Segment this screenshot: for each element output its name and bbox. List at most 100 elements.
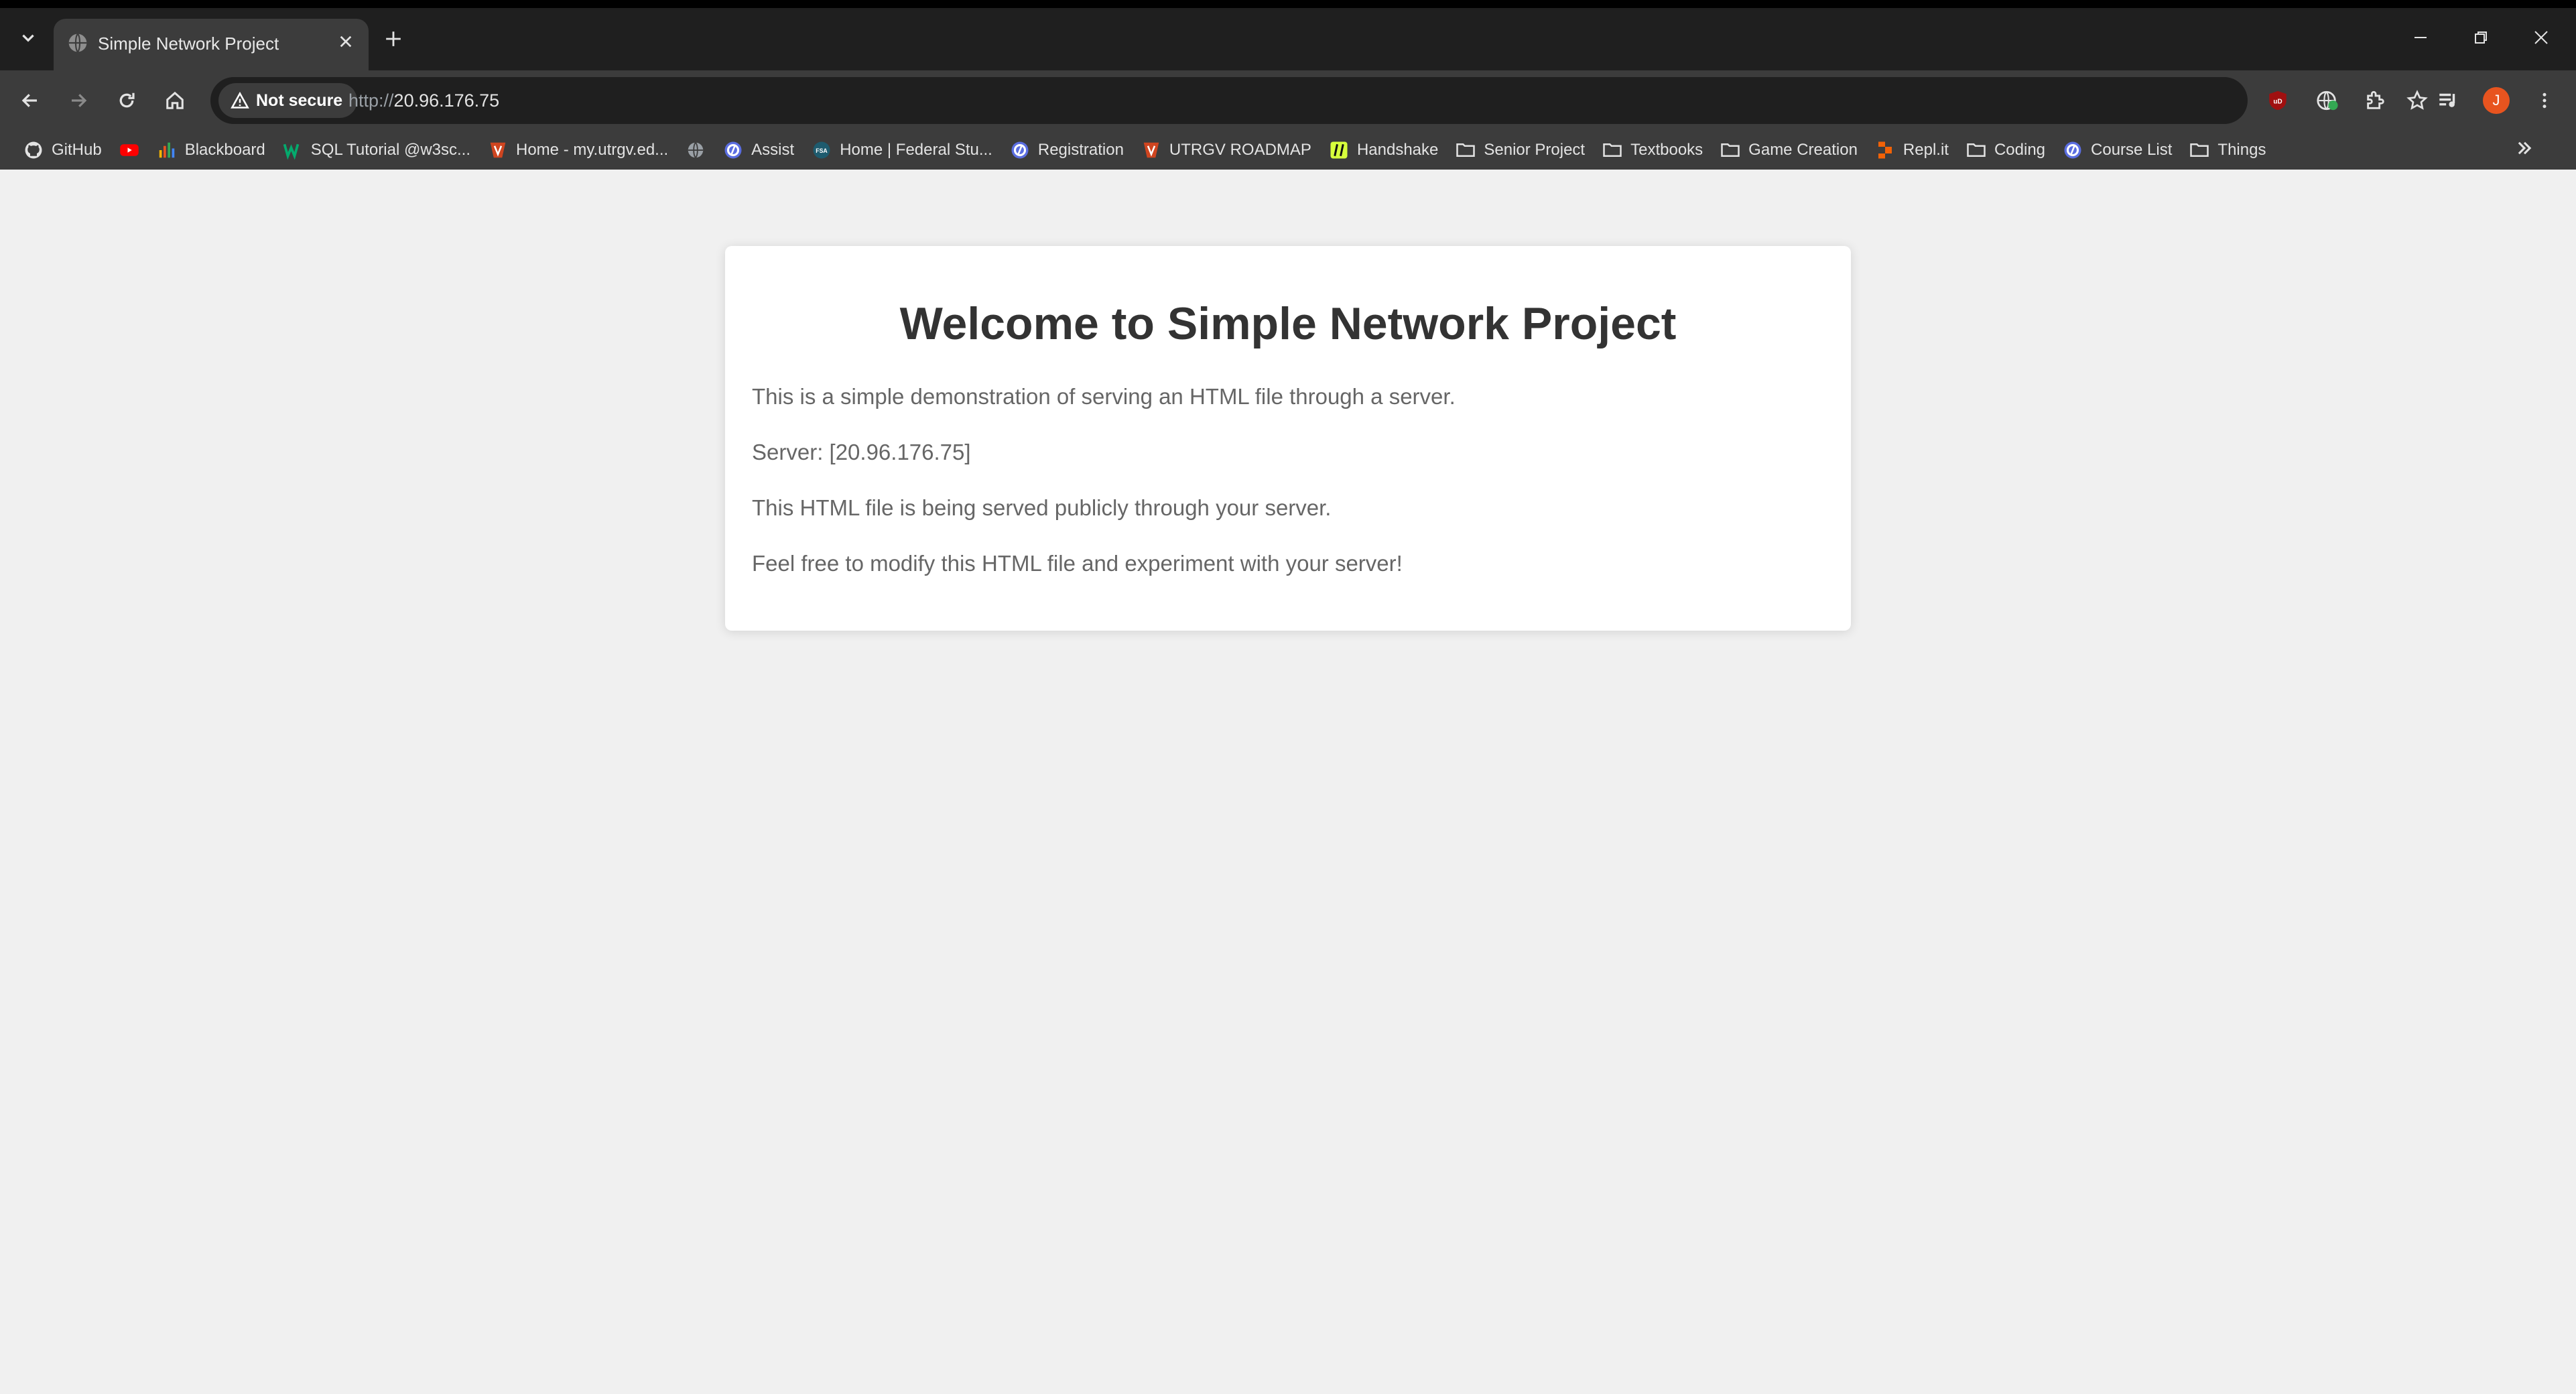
close-window-button[interactable] [2521,21,2561,55]
chevron-double-right-icon [2518,141,2532,155]
bookmark-label: Registration [1037,141,1124,159]
folder-icon [1720,140,1740,160]
bookmark-label: Assist [751,141,795,159]
bookmark-label: Senior Project [1484,141,1586,159]
ublock-extension-button[interactable]: uD [2261,84,2295,117]
bookmark-registration[interactable]: Registration [1001,135,1133,165]
more-vert-icon [2542,92,2547,109]
handshake-icon [1329,140,1349,160]
bookmark-star-button[interactable] [2402,85,2433,116]
bookmark-label: Game Creation [1748,141,1858,159]
blackboard-icon [157,140,177,160]
assist-icon [1010,140,1030,160]
bookmark-assist[interactable]: Assist [714,135,803,165]
minimize-button[interactable] [2400,21,2441,55]
restore-icon [2475,31,2487,44]
bookmark-home-my-utrgv-ed[interactable]: Home - my.utrgv.ed... [479,135,677,165]
home-button[interactable] [157,82,193,119]
page-viewport: Welcome to Simple Network Project This i… [0,170,2576,1394]
tab-strip: Simple Network Project [0,8,2576,70]
bookmark-coding[interactable]: Coding [1957,135,2054,165]
paragraph-experiment: Feel free to modify this HTML file and e… [752,551,1403,576]
tab-search-button[interactable] [12,21,44,55]
bookmark-label: Blackboard [184,141,265,159]
url-scheme: http:// [348,90,394,111]
bookmark-label: GitHub [52,141,102,159]
paragraph-server: Server: [20.96.176.75] [752,440,971,464]
bookmark-textbooks[interactable]: Textbooks [1594,135,1712,165]
bookmark-label: Course List [2091,141,2173,159]
bookmark-github[interactable]: GitHub [15,135,111,165]
bookmark-home-federal-stu[interactable]: FSA Home | Federal Stu... [803,135,1001,165]
bookmark-label: Things [2217,141,2266,159]
bookmark-youtube[interactable] [111,135,148,165]
globe-extension-button[interactable] [2311,84,2344,117]
security-chip[interactable]: Not secure [218,83,358,118]
forward-button[interactable] [60,82,96,119]
ublock-icon: uD [2269,90,2287,111]
menu-button[interactable] [2528,84,2561,117]
puzzle-icon [2367,90,2384,109]
minimize-icon [2414,37,2427,38]
globe-check-icon [2317,90,2338,111]
toolbar: Not secure http://20.96.176.75 uD J [0,70,2576,131]
address-bar[interactable]: Not secure http://20.96.176.75 [210,77,2428,124]
profile-button[interactable]: J [2480,84,2513,117]
fsa-icon: FSA [812,140,832,160]
bookmark-senior-project[interactable]: Senior Project [1447,135,1594,165]
restore-button[interactable] [2461,21,2501,55]
bookmark-things[interactable]: Things [2181,135,2274,165]
url-text[interactable]: http://20.96.176.75 [348,88,499,113]
back-button[interactable] [12,82,48,119]
bookmark-label: Home | Federal Stu... [840,141,992,159]
globe-icon [686,140,706,160]
avatar-initial: J [2492,92,2500,109]
bookmark-course-list[interactable]: Course List [2054,135,2181,165]
reload-button[interactable] [109,82,145,119]
bookmark-label: UTRGV ROADMAP [1169,141,1311,159]
utrgv-icon [488,140,508,160]
folder-icon [1602,140,1622,160]
chevron-down-icon [22,34,34,42]
github-icon [23,140,44,160]
media-controls-button[interactable] [2431,84,2465,117]
bookmark-label: Handshake [1356,141,1439,159]
browser-window: Simple Network Project Not secure http:/… [0,8,2576,1394]
bookmark-globe[interactable] [677,135,714,165]
queue-music-icon [2439,93,2455,107]
bookmarks-overflow-button[interactable] [2510,136,2538,164]
bookmark-utrgv-roadmap[interactable]: UTRGV ROADMAP [1133,135,1320,165]
bookmark-blackboard[interactable]: Blackboard [148,135,274,165]
tab-close-button[interactable] [334,31,358,55]
utrgv-icon [1141,140,1161,160]
bookmark-label: SQL Tutorial @w3sc... [310,141,470,159]
bookmark-repl-it[interactable]: Repl.it [1866,135,1957,165]
new-tab-button[interactable] [379,25,407,54]
arrow-left-icon [21,94,37,107]
youtube-icon [119,140,139,160]
tab-active[interactable]: Simple Network Project [54,19,369,70]
bookmark-label: Coding [1994,141,2046,159]
bookmark-label: Home - my.utrgv.ed... [516,141,669,159]
bookmarks-list: GitHub Blackboard SQL Tutorial @w3sc... Hom… [15,131,2274,170]
bookmark-game-creation[interactable]: Game Creation [1712,135,1866,165]
assist-icon [723,140,743,160]
bookmark-label: Repl.it [1903,141,1949,159]
reload-icon [119,92,135,108]
close-icon [2534,31,2548,44]
bookmark-label: Textbooks [1630,141,1703,159]
assist-icon [2063,140,2083,160]
bookmark-sql-tutorial-w3sc[interactable]: SQL Tutorial @w3sc... [274,135,479,165]
svg-text:uD: uD [2273,98,2282,105]
arrow-right-icon [72,94,87,107]
folder-icon [1456,140,1476,160]
folder-icon [1966,140,1986,160]
paragraph-intro: This is a simple demonstration of servin… [752,384,1456,409]
tab-title: Simple Network Project [98,34,279,54]
avatar: J [2483,87,2510,114]
warning-icon [231,91,249,109]
paragraph-public: This HTML file is being served publicly … [752,495,1332,520]
extensions-button[interactable] [2359,84,2392,117]
security-label: Not secure [256,90,343,110]
bookmark-handshake[interactable]: Handshake [1320,135,1447,165]
